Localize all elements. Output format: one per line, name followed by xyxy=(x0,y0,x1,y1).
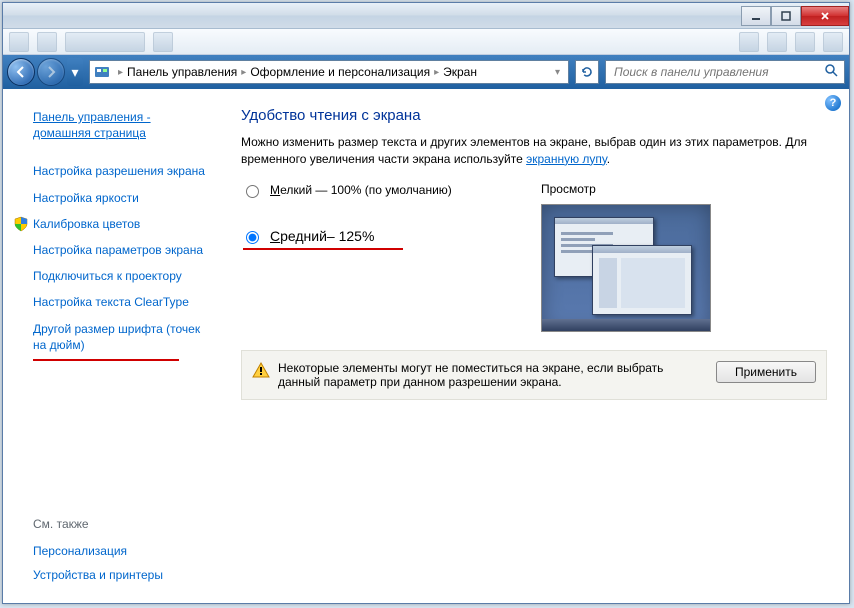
toolbar-icon[interactable] xyxy=(767,32,787,52)
refresh-button[interactable] xyxy=(575,60,599,84)
radio-small-input[interactable] xyxy=(246,185,259,198)
content-area: ? Панель управления - домашняя страница … xyxy=(3,89,849,603)
sidebar-item-display-settings[interactable]: Настройка параметров экрана xyxy=(13,238,209,262)
minimize-button[interactable] xyxy=(741,6,771,26)
radio-small[interactable]: Мелкий — 100% (по умолчанию) xyxy=(241,182,491,198)
sidebar-item-projector[interactable]: Подключиться к проектору xyxy=(13,264,209,288)
sidebar-home-link[interactable]: Панель управления - домашняя страница xyxy=(13,105,209,145)
address-bar: ▾ ▸ Панель управления ▸ Оформление и пер… xyxy=(3,55,849,89)
sidebar-see-also-personalization[interactable]: Персонализация xyxy=(13,539,209,563)
preview-image xyxy=(541,204,711,332)
search-input[interactable] xyxy=(612,64,825,80)
warning-icon xyxy=(252,361,270,379)
sidebar-item-resolution[interactable]: Настройка разрешения экрана xyxy=(13,159,209,183)
radio-medium[interactable]: Средний– 125% xyxy=(241,228,491,244)
breadcrumb-item[interactable]: Оформление и персонализация xyxy=(250,65,430,79)
annotation-underline xyxy=(33,359,179,361)
breadcrumb-item[interactable]: Панель управления xyxy=(127,65,237,79)
control-panel-window: ▾ ▸ Панель управления ▸ Оформление и пер… xyxy=(2,2,850,604)
toolbar-icon[interactable] xyxy=(739,32,759,52)
apply-bar: Некоторые элементы могут не поместиться … xyxy=(241,350,827,400)
toolbar-icon[interactable] xyxy=(153,32,173,52)
radio-medium-input[interactable] xyxy=(246,231,259,244)
toolbar-icon[interactable] xyxy=(9,32,29,52)
sidebar-item-custom-dpi[interactable]: Другой размер шрифта (точек на дюйм) xyxy=(13,317,209,357)
breadcrumb-dropdown-icon[interactable]: ▾ xyxy=(551,67,564,78)
preview-label: Просмотр xyxy=(541,182,711,196)
sidebar-see-also-devices[interactable]: Устройства и принтеры xyxy=(13,563,209,587)
warning-text: Некоторые элементы могут не поместиться … xyxy=(278,361,678,389)
toolbar-strip xyxy=(3,29,849,55)
toolbar-icon[interactable] xyxy=(37,32,57,52)
toolbar-icon[interactable] xyxy=(823,32,843,52)
sidebar-item-calibrate[interactable]: Калибровка цветов xyxy=(13,212,209,236)
title-bar xyxy=(3,3,849,29)
toolbar-icon[interactable] xyxy=(795,32,815,52)
annotation-underline xyxy=(243,248,403,250)
sidebar: Панель управления - домашняя страница На… xyxy=(3,89,219,603)
size-options: Мелкий — 100% (по умолчанию) Средний– 12… xyxy=(241,182,491,332)
maximize-button[interactable] xyxy=(771,6,801,26)
page-description: Можно изменить размер текста и других эл… xyxy=(241,134,827,168)
history-dropdown[interactable]: ▾ xyxy=(67,58,83,86)
apply-button[interactable]: Применить xyxy=(716,361,816,383)
toolbar-icon[interactable] xyxy=(65,32,145,52)
preview-column: Просмотр xyxy=(541,182,711,332)
page-title: Удобство чтения с экрана xyxy=(241,107,827,124)
breadcrumb-item[interactable]: Экран xyxy=(443,65,477,79)
sidebar-item-brightness[interactable]: Настройка яркости xyxy=(13,186,209,210)
search-icon xyxy=(825,64,838,80)
back-button[interactable] xyxy=(7,58,35,86)
main-panel: Удобство чтения с экрана Можно изменить … xyxy=(219,89,849,603)
close-button[interactable] xyxy=(801,6,849,26)
search-box[interactable] xyxy=(605,60,845,84)
help-icon[interactable]: ? xyxy=(825,95,841,111)
forward-button[interactable] xyxy=(37,58,65,86)
sidebar-item-cleartype[interactable]: Настройка текста ClearType xyxy=(13,290,209,314)
breadcrumb[interactable]: ▸ Панель управления ▸ Оформление и персо… xyxy=(89,60,569,84)
see-also-header: См. также xyxy=(13,517,209,531)
control-panel-icon xyxy=(94,64,110,80)
magnifier-link[interactable]: экранную лупу xyxy=(526,152,607,166)
